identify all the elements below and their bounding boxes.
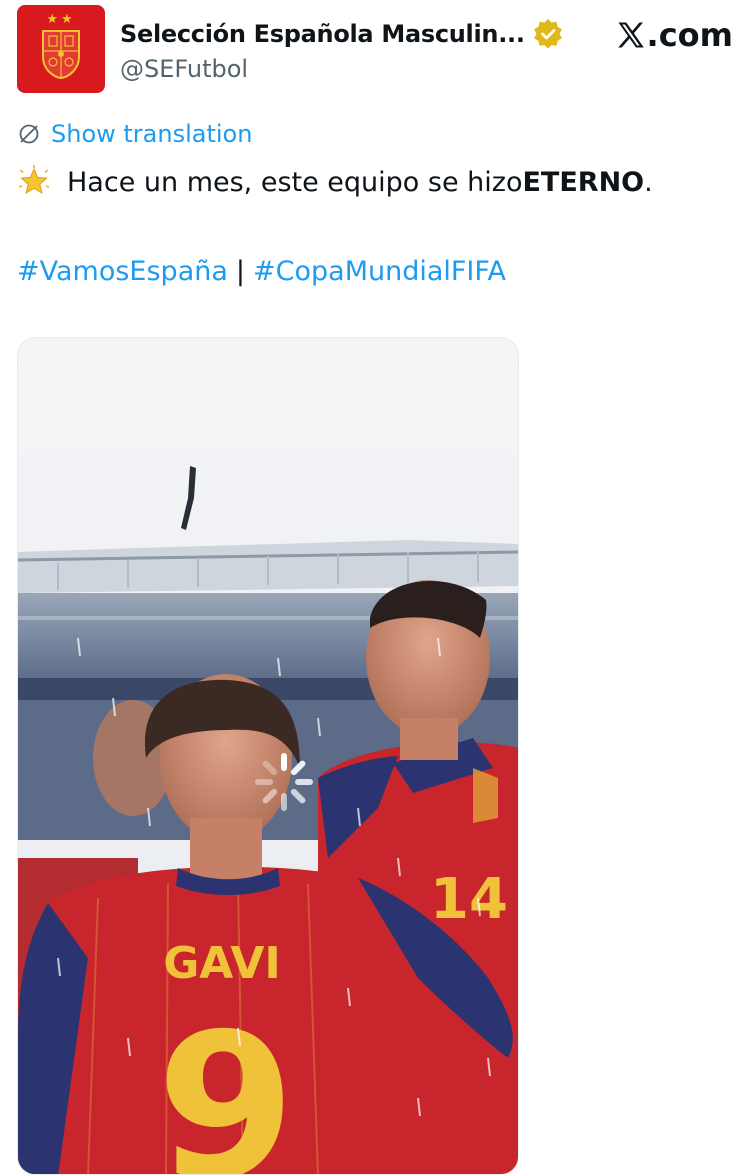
gold-verified-badge-icon[interactable] [533,19,563,49]
hashtag-separator: | [235,255,246,287]
crest-icon [42,30,80,79]
author-display-name[interactable]: Selección Española Masculin... [120,20,525,48]
shirt-number: 9 [156,991,295,1175]
tweet-text-bold: ETERNO [522,166,645,198]
hashtag-vamos-espana[interactable]: #VamosEspaña [17,256,228,287]
hashtag-line: #VamosEspaña | #CopaMundialFIFA [17,251,506,291]
loading-spinner-icon [255,753,313,811]
author-handle[interactable]: @SEFutbol [120,55,248,83]
video-player[interactable]: 14 GAVI 9 [17,337,519,1175]
show-translation-link[interactable]: Show translation [17,118,252,150]
avatar[interactable]: ★★ [17,5,105,93]
avatar-stars: ★★ [46,11,76,26]
x-com-logo: .com [616,15,733,55]
x-logo-icon [617,22,644,48]
tweet-text-start: Hace un mes, este equipo se hizo [67,166,523,198]
globe-slash-icon [19,124,39,144]
glowing-star-emoji-icon [18,165,50,195]
tweet-text: Hace un mes, este equipo se hizo ETERNO. [17,160,653,204]
author-name-row[interactable]: Selección Española Masculin... [120,17,563,51]
tweet-text-end: . [644,166,653,198]
tweet-header: ★★ Selección Española Masculin... @SEFut… [17,5,733,95]
show-translation-label[interactable]: Show translation [51,120,252,148]
x-logo-text: .com [646,16,733,54]
shirt-name: GAVI [163,938,281,989]
hashtag-copa-mundial-fifa[interactable]: #CopaMundialFIFA [253,256,506,287]
second-player-number: 14 [430,867,508,932]
